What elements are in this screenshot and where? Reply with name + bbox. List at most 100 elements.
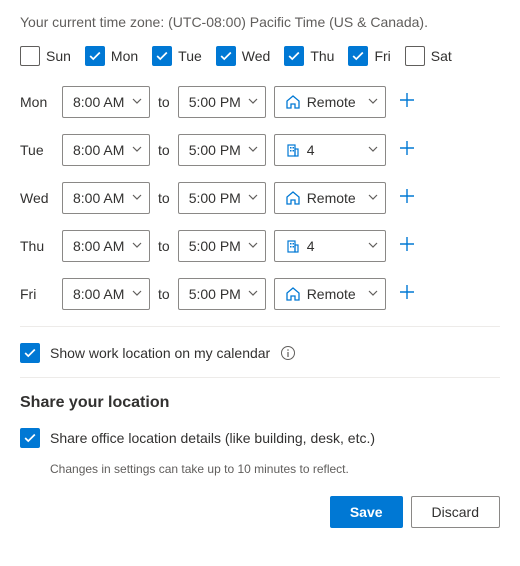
show-location-option: Show work location on my calendar — [20, 343, 500, 363]
discard-button[interactable]: Discard — [411, 496, 500, 528]
schedule-day-label: Tue — [20, 142, 54, 158]
location-value: 4 — [307, 238, 315, 254]
location-dropdown[interactable]: Remote — [274, 86, 386, 118]
start-time-dropdown[interactable]: 8:00 AM — [62, 86, 150, 118]
schedule-day-label: Thu — [20, 238, 54, 254]
schedule-row-mon: Mon 8:00 AM to 5:00 PM Remote — [20, 86, 500, 118]
start-time-dropdown[interactable]: 8:00 AM — [62, 278, 150, 310]
to-label: to — [158, 94, 170, 110]
info-icon[interactable] — [280, 345, 296, 361]
end-time-dropdown[interactable]: 5:00 PM — [178, 230, 266, 262]
end-time-dropdown[interactable]: 5:00 PM — [178, 134, 266, 166]
schedule-row-thu: Thu 8:00 AM to 5:00 PM 4 — [20, 230, 500, 262]
chevron-down-icon — [367, 142, 379, 158]
chevron-down-icon — [247, 238, 259, 254]
end-time-dropdown[interactable]: 5:00 PM — [178, 278, 266, 310]
weekday-checkbox-wed[interactable] — [216, 46, 236, 66]
chevron-down-icon — [131, 190, 143, 206]
start-time-dropdown[interactable]: 8:00 AM — [62, 134, 150, 166]
to-label: to — [158, 238, 170, 254]
chevron-down-icon — [367, 286, 379, 302]
end-time-dropdown[interactable]: 5:00 PM — [178, 86, 266, 118]
start-time-value: 8:00 AM — [73, 190, 124, 206]
weekday-label: Tue — [178, 48, 202, 64]
location-value: Remote — [307, 286, 356, 302]
schedule-row-tue: Tue 8:00 AM to 5:00 PM 4 — [20, 134, 500, 166]
location-dropdown[interactable]: Remote — [274, 278, 386, 310]
chevron-down-icon — [131, 142, 143, 158]
start-time-dropdown[interactable]: 8:00 AM — [62, 230, 150, 262]
chevron-down-icon — [131, 286, 143, 302]
add-slot-button[interactable] — [394, 233, 420, 259]
chevron-down-icon — [367, 94, 379, 110]
start-time-value: 8:00 AM — [73, 286, 124, 302]
weekday-label: Thu — [310, 48, 334, 64]
start-time-dropdown[interactable]: 8:00 AM — [62, 182, 150, 214]
divider — [20, 377, 500, 378]
add-slot-button[interactable] — [394, 185, 420, 211]
weekday-checkbox-fri[interactable] — [348, 46, 368, 66]
end-time-value: 5:00 PM — [189, 142, 241, 158]
weekday-label: Wed — [242, 48, 271, 64]
chevron-down-icon — [367, 190, 379, 206]
location-value: Remote — [307, 190, 356, 206]
end-time-value: 5:00 PM — [189, 286, 241, 302]
chevron-down-icon — [131, 94, 143, 110]
weekday-label: Sun — [46, 48, 71, 64]
show-location-label: Show work location on my calendar — [50, 345, 270, 361]
chevron-down-icon — [131, 238, 143, 254]
schedule-day-label: Mon — [20, 94, 54, 110]
weekday-sun: Sun — [20, 46, 71, 66]
weekday-checkbox-sat[interactable] — [405, 46, 425, 66]
chevron-down-icon — [247, 94, 259, 110]
settings-hint: Changes in settings can take up to 10 mi… — [50, 462, 500, 476]
location-value: Remote — [307, 94, 356, 110]
share-details-label: Share office location details (like buil… — [50, 430, 375, 446]
to-label: to — [158, 190, 170, 206]
weekday-checkbox-thu[interactable] — [284, 46, 304, 66]
weekday-checkbox-tue[interactable] — [152, 46, 172, 66]
weekday-checkbox-sun[interactable] — [20, 46, 40, 66]
weekday-checkbox-mon[interactable] — [85, 46, 105, 66]
location-dropdown[interactable]: 4 — [274, 134, 386, 166]
add-slot-button[interactable] — [394, 281, 420, 307]
chevron-down-icon — [367, 238, 379, 254]
end-time-value: 5:00 PM — [189, 94, 241, 110]
timezone-text: Your current time zone: (UTC-08:00) Paci… — [20, 14, 500, 30]
location-dropdown[interactable]: 4 — [274, 230, 386, 262]
end-time-value: 5:00 PM — [189, 190, 241, 206]
share-details-checkbox[interactable] — [20, 428, 40, 448]
divider — [20, 326, 500, 327]
schedule-day-label: Wed — [20, 190, 54, 206]
chevron-down-icon — [247, 142, 259, 158]
weekday-sat: Sat — [405, 46, 452, 66]
add-slot-button[interactable] — [394, 89, 420, 115]
weekday-mon: Mon — [85, 46, 138, 66]
end-time-dropdown[interactable]: 5:00 PM — [178, 182, 266, 214]
weekday-label: Mon — [111, 48, 138, 64]
footer-buttons: Save Discard — [20, 496, 500, 528]
weekday-fri: Fri — [348, 46, 390, 66]
weekday-thu: Thu — [284, 46, 334, 66]
building-icon — [285, 238, 301, 254]
weekday-tue: Tue — [152, 46, 202, 66]
home-icon — [285, 94, 301, 110]
weekday-selector: Sun Mon Tue Wed Thu Fri Sat — [20, 46, 500, 66]
show-location-checkbox[interactable] — [20, 343, 40, 363]
end-time-value: 5:00 PM — [189, 238, 241, 254]
save-button[interactable]: Save — [330, 496, 403, 528]
start-time-value: 8:00 AM — [73, 238, 124, 254]
location-dropdown[interactable]: Remote — [274, 182, 386, 214]
share-details-option: Share office location details (like buil… — [20, 428, 500, 448]
building-icon — [285, 142, 301, 158]
start-time-value: 8:00 AM — [73, 94, 124, 110]
schedule-row-wed: Wed 8:00 AM to 5:00 PM Remote — [20, 182, 500, 214]
home-icon — [285, 286, 301, 302]
weekday-label: Sat — [431, 48, 452, 64]
location-value: 4 — [307, 142, 315, 158]
schedule-row-fri: Fri8:00 AMto5:00 PMRemote — [20, 278, 500, 310]
weekday-label: Fri — [374, 48, 390, 64]
add-slot-button[interactable] — [394, 137, 420, 163]
weekday-wed: Wed — [216, 46, 271, 66]
to-label: to — [158, 142, 170, 158]
